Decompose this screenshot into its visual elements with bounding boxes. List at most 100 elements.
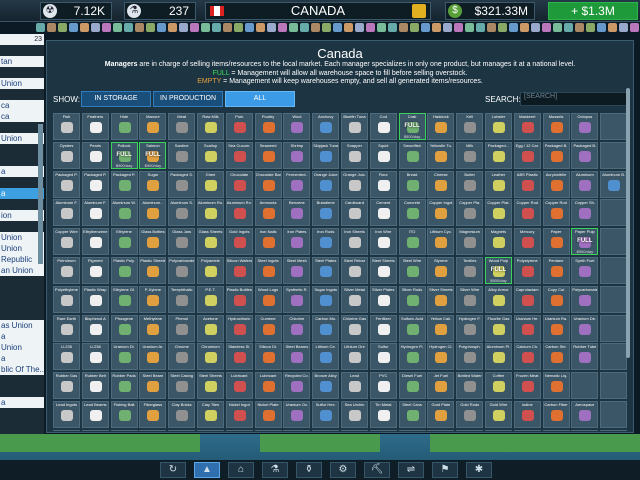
item-cell[interactable]: Chlorine Gas (340, 314, 368, 342)
item-cell[interactable]: Chlorine (283, 314, 311, 342)
resource-filter-icon[interactable] (300, 23, 309, 32)
item-cell[interactable]: P-Xylene (139, 285, 167, 313)
resource-filter-icon[interactable] (146, 23, 155, 32)
item-cell[interactable]: Rubber Gas (53, 372, 80, 400)
item-cell[interactable]: Fishing Bait (110, 400, 138, 428)
item-cell[interactable]: Lobster (484, 113, 512, 140)
country-list-item[interactable]: ca (0, 111, 44, 122)
resource-filter-icon[interactable] (399, 23, 408, 32)
item-cell[interactable] (600, 228, 627, 256)
resource-filter-icon[interactable] (410, 23, 419, 32)
item-cell[interactable]: Cement (369, 199, 397, 227)
item-cell[interactable]: Bottled Water (456, 372, 484, 400)
vehicle-icon[interactable]: ⚑ (432, 462, 458, 478)
resource-filter-icon[interactable] (476, 23, 485, 32)
resource-filter-icon[interactable] (355, 23, 364, 32)
item-cell[interactable]: Hide (110, 113, 138, 140)
item-cell[interactable]: Plastic Poly. (110, 256, 138, 284)
item-cell[interactable]: Methylene (139, 314, 167, 342)
item-cell[interactable]: Salmon FULL $900/day (139, 141, 167, 169)
item-cell[interactable] (571, 429, 599, 431)
item-cell[interactable]: Butadiene (312, 199, 340, 227)
item-cell[interactable]: Packaged P. (81, 170, 109, 198)
country-list-item[interactable]: an Union (0, 265, 44, 276)
item-cell[interactable]: Gold Plate (427, 400, 455, 428)
item-cell[interactable]: Diesel Fuel (398, 372, 426, 400)
item-cell[interactable]: Carbon Mo. (312, 314, 340, 342)
item-cell[interactable]: Textiles (456, 256, 484, 284)
item-cell[interactable]: Haddock (427, 113, 455, 140)
item-cell[interactable]: Yellowfin Tu. (427, 141, 455, 169)
resource-filter-icon[interactable] (179, 23, 188, 32)
item-cell[interactable]: Steel Beam (139, 372, 167, 400)
train-icon[interactable]: ⇌ (398, 462, 424, 478)
resource-filter-icon[interactable] (443, 23, 452, 32)
resource-filter-icon[interactable] (377, 23, 386, 32)
item-cell[interactable]: Cardboard (340, 199, 368, 227)
item-cell[interactable]: Sea Cucum. (225, 141, 253, 169)
item-cell[interactable]: Acrylonitrile (542, 170, 570, 198)
item-cell[interactable]: Aluminum W. (110, 199, 138, 227)
item-cell[interactable]: Squid (369, 141, 397, 169)
item-cell[interactable]: Magnets (484, 228, 512, 256)
country-list-item[interactable] (0, 89, 44, 100)
resource-filter-icon[interactable] (58, 23, 67, 32)
item-cell[interactable]: Copy Cut (542, 285, 570, 313)
tab-in-production[interactable]: IN PRODUCTION (153, 91, 223, 107)
item-cell[interactable] (513, 429, 541, 431)
item-cell[interactable]: Packaged B. (542, 141, 570, 169)
tab-in-storage[interactable]: IN STORAGE (81, 91, 151, 107)
resource-filter-icon[interactable] (531, 23, 540, 32)
item-cell[interactable]: Concrete (398, 199, 426, 227)
item-cell[interactable]: Octopus (571, 113, 599, 140)
country-list-item[interactable]: a (0, 353, 44, 364)
item-cell[interactable]: Packaged B. (571, 141, 599, 169)
country-list-item[interactable]: Union (0, 78, 44, 89)
item-cell[interactable] (600, 141, 627, 169)
item-cell[interactable]: Lithium Ce. (312, 343, 340, 371)
country-list-item[interactable] (0, 309, 44, 320)
item-cell[interactable]: Iron Rods (312, 228, 340, 256)
country-list-item[interactable]: blic Of The... (0, 364, 44, 375)
item-cell[interactable]: Terephthalic (168, 285, 196, 313)
item-cell[interactable]: ITO (398, 228, 426, 256)
item-cell[interactable]: Uranium Ra. (542, 314, 570, 342)
item-cell[interactable]: Paper (542, 228, 570, 256)
resource-filter-icon[interactable] (487, 23, 496, 32)
item-cell[interactable]: Wood Pulp FULL $900/day (484, 256, 512, 284)
item-cell[interactable]: Nematic Liq. (542, 372, 570, 400)
item-cell[interactable]: Polyphosph. (456, 343, 484, 371)
country-list-item[interactable]: as Union (0, 320, 44, 331)
resource-filter-icon[interactable] (388, 23, 397, 32)
item-cell[interactable]: Oysters (53, 141, 80, 169)
resource-filter-icon[interactable] (366, 23, 375, 32)
resource-filter-icon[interactable] (201, 23, 210, 32)
item-cell[interactable]: Pollock FULL $900/day (110, 141, 138, 169)
item-cell[interactable]: Copper Pla. (456, 199, 484, 227)
item-cell[interactable]: P.E.T. (196, 285, 224, 313)
item-cell[interactable]: Iodine (513, 400, 541, 428)
country-list-item[interactable] (0, 276, 44, 287)
item-cell[interactable]: Recycled Co. (283, 372, 311, 400)
item-cell[interactable]: ABS Plastic (513, 170, 541, 198)
item-cell[interactable]: Coffee (484, 372, 512, 400)
item-cell[interactable]: U-235 (53, 343, 80, 371)
resource-filter-icon[interactable] (619, 23, 628, 32)
country-list-scrollbar[interactable] (38, 124, 43, 264)
resource-filter-icon[interactable] (157, 23, 166, 32)
item-cell[interactable]: Snapper (340, 141, 368, 169)
item-cell[interactable]: Bluefin Tuna (340, 113, 368, 140)
item-cell[interactable]: Plastic Sheets (139, 256, 167, 284)
item-cell[interactable]: Meat (168, 113, 196, 140)
item-cell[interactable] (168, 429, 196, 431)
item-cell[interactable]: Silver Plates (369, 285, 397, 313)
resource-filter-icon[interactable] (432, 23, 441, 32)
factory-icon[interactable]: ▲ (194, 462, 220, 478)
resource-filter-icon[interactable] (80, 23, 89, 32)
item-cell[interactable]: Gold Wire (484, 400, 512, 428)
resource-filter-icon[interactable] (608, 23, 617, 32)
resource-filter-icon[interactable] (223, 23, 232, 32)
country-list-item[interactable]: a (0, 331, 44, 342)
item-cell[interactable] (139, 429, 167, 431)
item-cell[interactable]: Ammonia (254, 199, 282, 227)
